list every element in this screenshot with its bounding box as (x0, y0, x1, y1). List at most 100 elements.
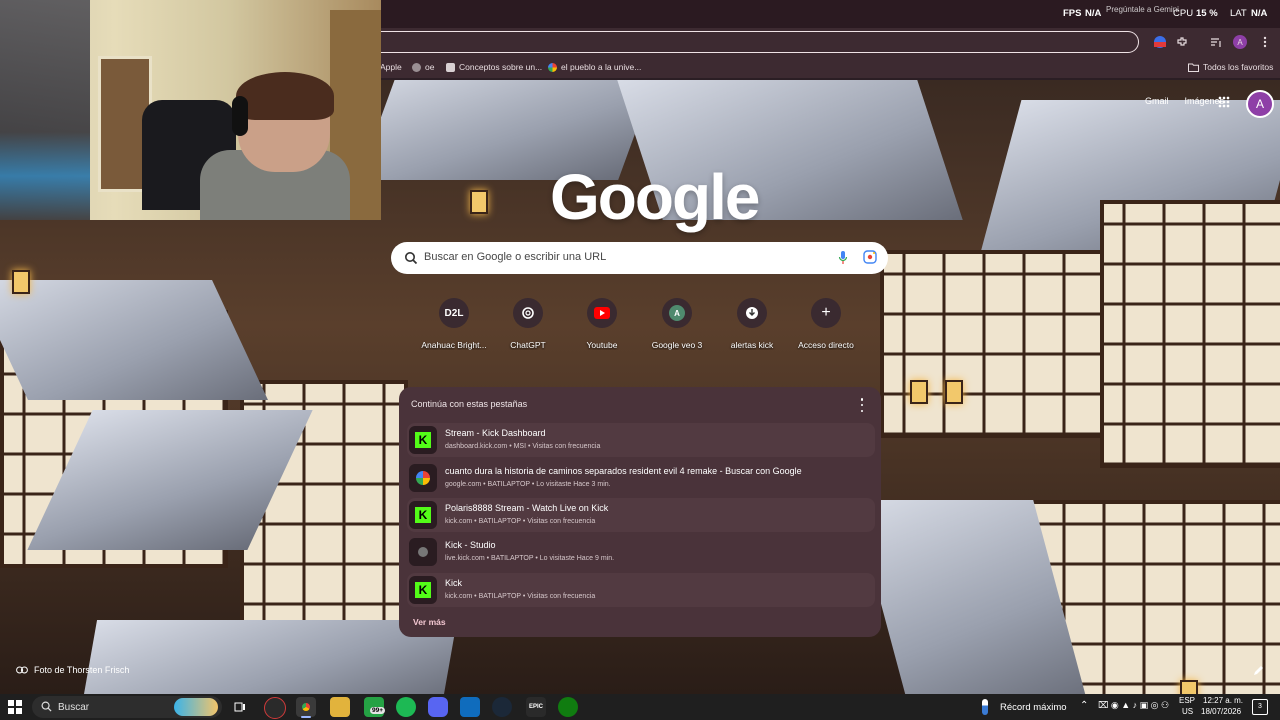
bookmarks-bar: Apple oe Conceptos sobre un... el pueblo… (380, 56, 1280, 78)
bookmark-apple[interactable]: Apple (380, 62, 402, 72)
microphone-icon[interactable] (838, 250, 848, 266)
tab-item[interactable]: K Kick kick.com • BATILAPTOP • Visitas c… (407, 573, 875, 607)
chevron-up-icon[interactable]: ⌃ (1080, 700, 1088, 711)
google-apps-icon[interactable] (1218, 96, 1230, 108)
link-icon (16, 666, 28, 674)
tab-meta: kick.com • BATILAPTOP • Visitas con frec… (445, 593, 596, 600)
windows-start-icon[interactable] (8, 700, 22, 714)
shortcut-label: Acceso directo (798, 340, 854, 350)
profile-avatar[interactable]: A (1230, 32, 1250, 52)
tab-title: Polaris8888 Stream - Watch Live on Kick (445, 503, 609, 513)
shortcut-anahuac[interactable]: D2L Anahuac Bright... (417, 298, 491, 350)
tab-title: Stream - Kick Dashboard (445, 428, 546, 438)
lit-window (945, 380, 963, 404)
bookmark-oe[interactable]: oe (412, 62, 434, 72)
roof-shape (0, 280, 268, 400)
shortcut-add[interactable]: + Acceso directo (789, 298, 863, 350)
tab-meta: kick.com • BATILAPTOP • Visitas con frec… (445, 518, 596, 525)
see-more-link[interactable]: Ver más (413, 617, 446, 627)
chrome-app-icon[interactable] (296, 697, 316, 717)
shortcut-label: alertas kick (730, 340, 774, 350)
plus-icon: + (811, 298, 841, 328)
search-box[interactable]: Buscar en Google o escribir una URL (391, 242, 888, 274)
clock-date[interactable]: 18/07/2026 (1201, 707, 1241, 716)
search-icon (405, 252, 418, 265)
tray-icons[interactable]: ⌧ ◉ ▲ ♪ ▣ ◎ ⚇ (1098, 700, 1169, 711)
epic-games-icon[interactable]: EPIC (526, 697, 546, 717)
shortcut-youtube[interactable]: Youtube (565, 298, 639, 350)
spotify-icon[interactable] (396, 697, 416, 717)
chatgpt-icon (513, 298, 543, 328)
file-explorer-icon[interactable] (330, 697, 350, 717)
address-bar[interactable] (380, 31, 1139, 53)
card-title: Continúa con estas pestañas (411, 399, 528, 409)
google-logo: Google (550, 161, 760, 233)
gear-icon (412, 62, 421, 72)
card-menu-icon[interactable] (859, 397, 865, 413)
house-facade (880, 250, 1108, 438)
bookmark-label: oe (425, 62, 435, 72)
tab-meta: dashboard.kick.com • MSI • Visitas con f… (445, 443, 601, 450)
bookmark-pueblo[interactable]: el pueblo a la unive... (548, 62, 641, 72)
search-input[interactable]: Buscar en Google o escribir una URL (424, 251, 606, 263)
tab-meta: google.com • BATILAPTOP • Lo visitaste H… (445, 481, 611, 488)
customize-pencil-icon[interactable] (1252, 664, 1264, 682)
globe-icon (409, 538, 437, 566)
webcam-overlay (0, 0, 381, 220)
language-code[interactable]: ESP (1179, 696, 1195, 705)
xbox-icon[interactable] (558, 697, 578, 717)
shortcut-google-veo[interactable]: A Google veo 3 (640, 298, 714, 350)
house-facade (1100, 200, 1280, 468)
task-view-icon[interactable] (230, 697, 250, 717)
photo-credit-label: Foto de Thorsten Frisch (34, 665, 130, 675)
bookmark-label: el pueblo a la unive... (561, 62, 642, 72)
d2l-icon: D2L (439, 298, 469, 328)
bookmark-conceptos[interactable]: Conceptos sobre un... (446, 62, 542, 72)
all-bookmarks[interactable]: Todos los favoritos (1188, 62, 1273, 72)
clock-time[interactable]: 12:27 a. m. (1203, 696, 1243, 705)
taskbar-search[interactable]: Buscar (32, 696, 222, 718)
shortcut-label: Google veo 3 (651, 340, 703, 350)
all-bookmarks-label: Todos los favoritos (1203, 62, 1274, 72)
extension-off-icon[interactable] (1150, 32, 1170, 52)
outlook-icon[interactable] (460, 697, 480, 717)
tab-item[interactable]: cuanto dura la historia de caminos separ… (407, 461, 875, 495)
continue-tabs-card: Continúa con estas pestañas K Stream - K… (399, 387, 881, 637)
tab-title: cuanto dura la historia de caminos separ… (445, 466, 802, 476)
whatsapp-icon[interactable]: 99+ (364, 697, 386, 717)
thermometer-icon (982, 699, 988, 715)
menu-icon[interactable] (1255, 32, 1275, 52)
tab-item[interactable]: Kick - Studio live.kick.com • BATILAPTOP… (407, 535, 875, 569)
google-lens-icon[interactable] (863, 250, 877, 264)
shortcut-alertas-kick[interactable]: alertas kick (715, 298, 789, 350)
weather-text[interactable]: Récord máximo (1000, 702, 1067, 713)
steam-icon[interactable] (492, 697, 512, 717)
veo-initial: A (669, 305, 685, 321)
photo-credit[interactable]: Foto de Thorsten Frisch (16, 665, 129, 675)
cpu-label: CPU (1173, 8, 1194, 19)
bookmark-label: Conceptos sobre un... (459, 62, 543, 72)
lit-window (470, 190, 488, 214)
obs-app-icon[interactable] (264, 697, 286, 719)
tab-item[interactable]: K Polaris8888 Stream - Watch Live on Kic… (407, 498, 875, 532)
reading-list-icon[interactable] (1206, 32, 1226, 52)
shortcut-label: ChatGPT (510, 340, 546, 350)
youtube-icon (587, 298, 617, 328)
gmail-link[interactable]: Gmail (1145, 96, 1169, 106)
veo-avatar-icon: A (662, 298, 692, 328)
region-code[interactable]: US (1182, 707, 1193, 716)
taskbar-search-label: Buscar (58, 702, 90, 713)
account-avatar[interactable]: A (1246, 90, 1274, 118)
gemini-hint[interactable]: Pregúntale a Gemini (1106, 5, 1179, 14)
kick-icon: K (409, 576, 437, 604)
discord-icon[interactable] (428, 697, 448, 717)
extensions-icon[interactable] (1172, 32, 1192, 52)
ntp-top-links: Gmail Imágenes (1145, 96, 1224, 106)
notification-center[interactable]: 3 (1252, 699, 1268, 715)
tab-item[interactable]: K Stream - Kick Dashboard dashboard.kick… (407, 423, 875, 457)
chatgpt-icon (446, 62, 455, 72)
fps-label: FPS (1063, 8, 1082, 19)
shortcut-chatgpt[interactable]: ChatGPT (491, 298, 565, 350)
tab-meta: live.kick.com • BATILAPTOP • Lo visitast… (445, 555, 615, 562)
search-icon (41, 701, 52, 712)
